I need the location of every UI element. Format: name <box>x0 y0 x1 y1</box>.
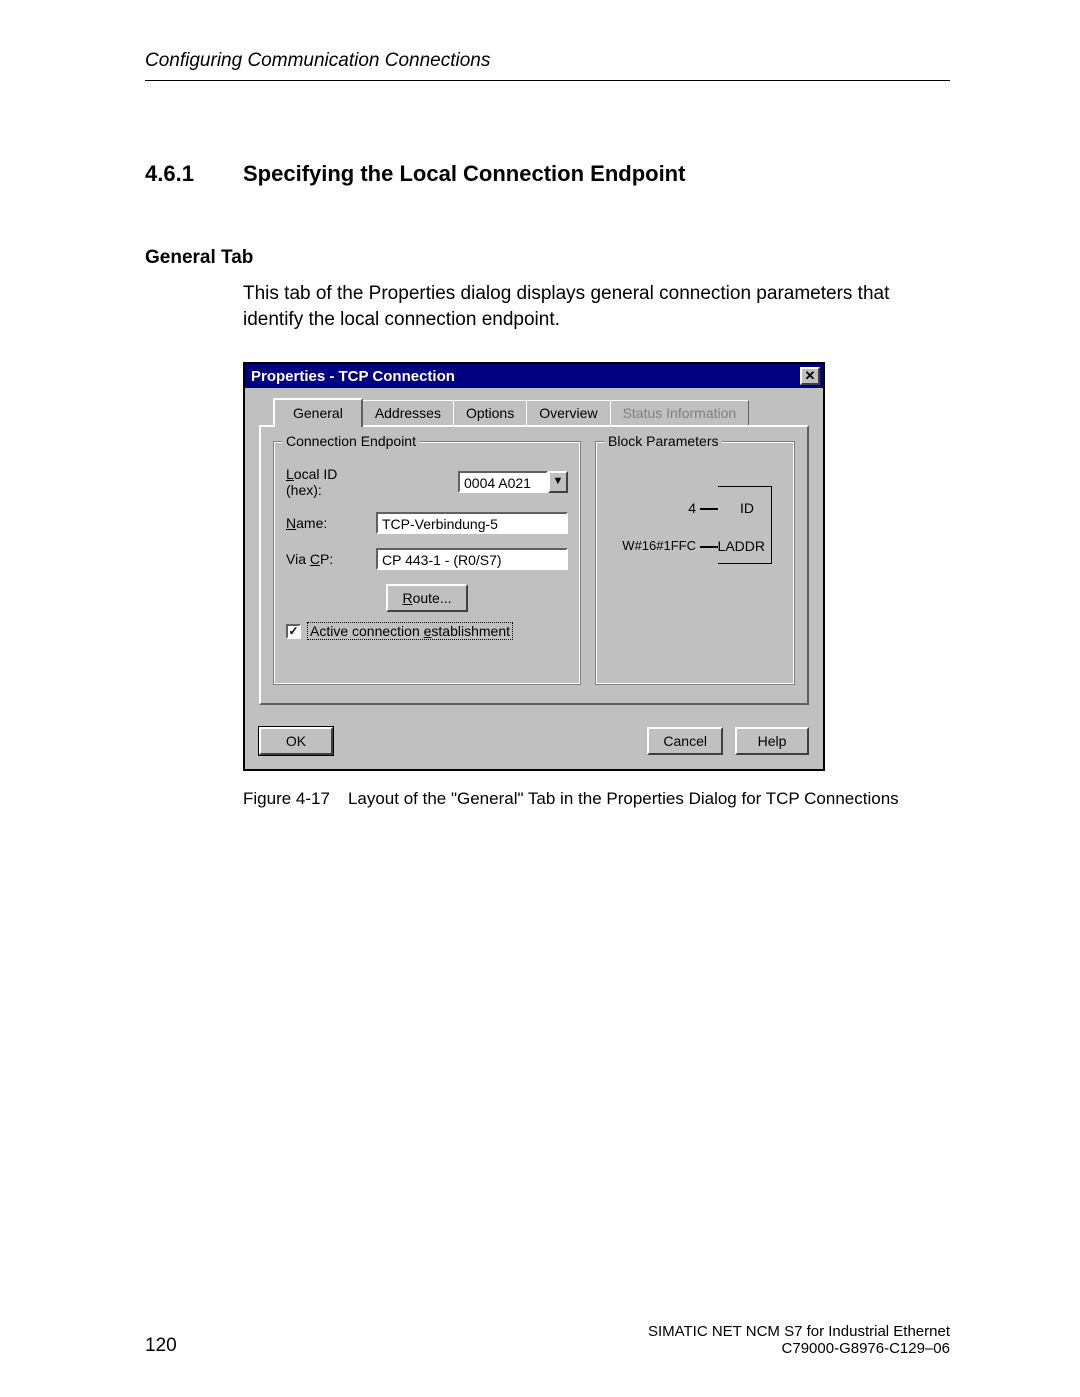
tab-overview[interactable]: Overview <box>526 400 610 425</box>
cancel-button[interactable]: Cancel <box>647 727 723 755</box>
via-cp-field[interactable]: CP 443-1 - (R0/S7) <box>376 548 568 570</box>
subsection-heading: General Tab <box>145 247 950 269</box>
tab-general[interactable]: General <box>273 398 363 427</box>
section-number: 4.6.1 <box>145 161 211 187</box>
group-block-parameters: Block Parameters 4 ID W#16#1FFC LADDR <box>595 441 795 685</box>
help-button[interactable]: Help <box>735 727 809 755</box>
group-connection-endpoint: Connection Endpoint Local ID (hex): 0004… <box>273 441 581 685</box>
block-id-value: 4 <box>688 500 696 516</box>
route-button[interactable]: Route... <box>386 584 467 612</box>
section-title: Specifying the Local Connection Endpoint <box>243 161 685 187</box>
figure-caption: Figure 4-17Layout of the "General" Tab i… <box>243 789 950 809</box>
dialog-title: Properties - TCP Connection <box>251 368 455 385</box>
active-connection-checkbox[interactable]: ✓ <box>286 624 301 639</box>
local-id-value[interactable]: 0004 A021 <box>458 471 548 493</box>
group-block-title: Block Parameters <box>604 433 722 449</box>
page-number: 120 <box>145 1335 177 1357</box>
ok-button[interactable]: OK <box>259 727 333 755</box>
running-head: Configuring Communication Connections <box>145 50 950 81</box>
footer-product-line: SIMATIC NET NCM S7 for Industrial Ethern… <box>648 1323 950 1340</box>
block-laddr-label: LADDR <box>718 538 765 554</box>
block-diagram: 4 ID W#16#1FFC LADDR <box>608 466 782 586</box>
name-field[interactable]: TCP-Verbindung-5 <box>376 512 568 534</box>
group-endpoint-title: Connection Endpoint <box>282 433 420 449</box>
tab-status-info: Status Information <box>610 400 750 425</box>
close-icon[interactable]: ✕ <box>800 367 820 385</box>
tab-panel-general: Connection Endpoint Local ID (hex): 0004… <box>259 425 809 705</box>
block-laddr-value: W#16#1FFC <box>622 538 696 553</box>
dialog-titlebar: Properties - TCP Connection ✕ <box>245 364 823 388</box>
footer-doc-id: C79000-G8976-C129–06 <box>648 1340 950 1357</box>
properties-dialog: Properties - TCP Connection ✕ General Ad… <box>243 362 825 771</box>
local-id-combo[interactable]: 0004 A021 ▼ <box>458 471 568 493</box>
via-cp-label: Via CP: <box>286 551 376 567</box>
tab-addresses[interactable]: Addresses <box>362 400 454 425</box>
block-id-label: ID <box>740 500 754 516</box>
intro-paragraph: This tab of the Properties dialog displa… <box>243 281 943 332</box>
name-label: Name: <box>286 515 376 531</box>
tab-options[interactable]: Options <box>453 400 527 425</box>
active-connection-label: Active connection establishment <box>307 622 513 640</box>
local-id-label: Local ID (hex): <box>286 466 376 498</box>
tab-strip: General Addresses Options Overview Statu… <box>259 398 809 425</box>
chevron-down-icon[interactable]: ▼ <box>548 471 568 493</box>
